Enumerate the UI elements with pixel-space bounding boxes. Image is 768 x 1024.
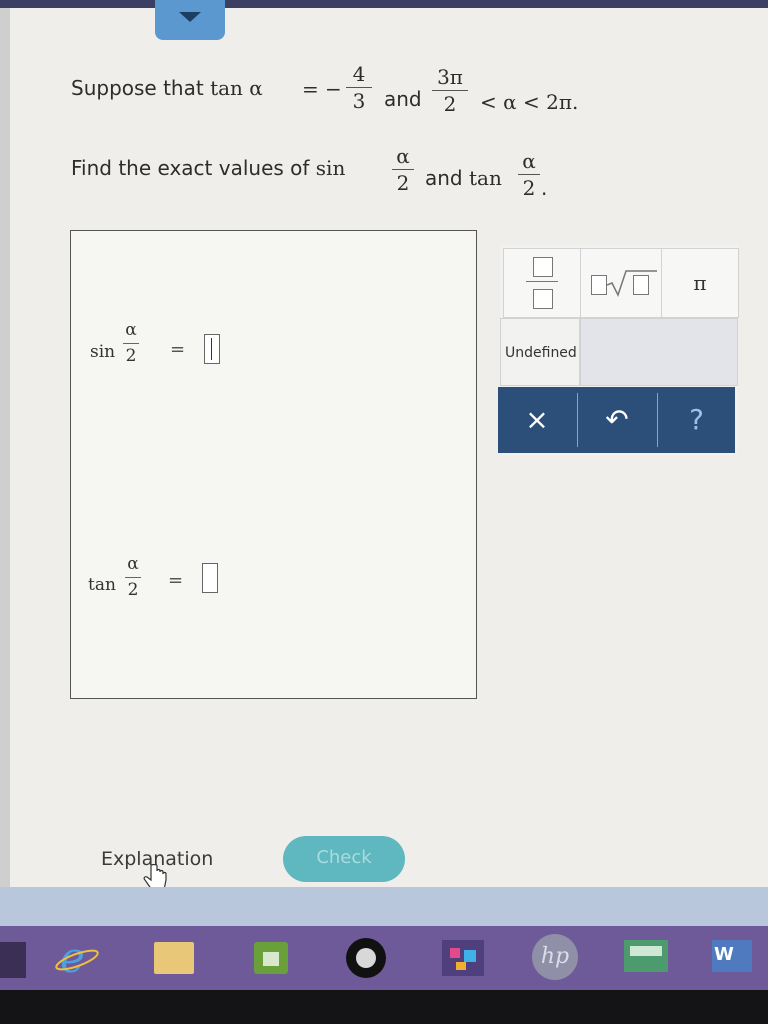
undo-icon: ↶: [605, 403, 629, 436]
fraction-three-pi-halves: 3π 2: [432, 66, 468, 115]
problem-text-prefix: Suppose that tan α: [71, 76, 263, 100]
fraction-four-thirds: 4 3: [346, 63, 372, 112]
svg-text:e: e: [60, 934, 85, 980]
word-label: W: [714, 944, 734, 965]
tan-equals: =: [168, 570, 184, 591]
start-edge: [0, 942, 26, 978]
store-icon[interactable]: [248, 934, 294, 980]
word-icon[interactable]: W: [710, 934, 756, 980]
pi-button[interactable]: π: [661, 248, 739, 318]
and-text-2: and tan: [425, 166, 502, 190]
page-bottom-band: [0, 887, 768, 929]
tan-answer-input[interactable]: [202, 563, 218, 593]
top-bar: [0, 0, 768, 8]
tan-fraction: α2: [125, 555, 141, 600]
menu-dropdown-button[interactable]: [155, 0, 225, 40]
help-icon: ?: [689, 403, 704, 436]
text-cursor: [211, 338, 212, 360]
answer-toolbar: × ↶ ?: [498, 387, 735, 453]
hp-icon[interactable]: hp: [532, 934, 578, 980]
check-button[interactable]: Check: [283, 836, 405, 882]
sin-fraction: α2: [123, 321, 139, 366]
instruction-text: Find the exact values of sin: [71, 156, 346, 180]
answer-area: [70, 230, 477, 699]
tan-label: tan: [88, 575, 116, 595]
minus-sign: −: [325, 77, 342, 101]
app-icon-2[interactable]: [622, 934, 668, 980]
radical-button[interactable]: [580, 248, 662, 318]
equals-sign: =: [302, 77, 319, 101]
palette-empty-cell: [580, 318, 738, 386]
app-icon[interactable]: [440, 934, 486, 980]
undo-button[interactable]: ↶: [578, 387, 656, 453]
clear-button[interactable]: ×: [498, 387, 576, 453]
inequality-text: < α < 2π.: [480, 90, 579, 114]
check-button-label: Check: [316, 847, 372, 868]
sin-answer-input[interactable]: [204, 334, 220, 364]
and-text: and: [384, 87, 422, 111]
sin-equals: =: [170, 339, 186, 360]
sin-label: sin: [90, 342, 116, 362]
undefined-label: Undefined: [505, 345, 577, 361]
period: .: [541, 176, 548, 200]
screen: Suppose that tan α = − 4 3 and 3π 2 < α …: [0, 0, 768, 1024]
hp-label: hp: [540, 944, 570, 969]
fraction-alpha-half-1: α 2: [392, 145, 414, 194]
close-icon: ×: [525, 403, 549, 436]
monitor-bezel-bottom: [0, 990, 768, 1024]
pi-label: π: [693, 271, 707, 295]
chevron-down-icon: [179, 12, 201, 22]
media-player-icon[interactable]: [344, 934, 390, 980]
help-button[interactable]: ?: [658, 387, 735, 453]
screen-bezel: [0, 0, 10, 1024]
fraction-alpha-half-2: α 2: [518, 150, 540, 199]
file-explorer-icon[interactable]: [150, 934, 196, 980]
fraction-button[interactable]: [503, 248, 581, 318]
internet-explorer-icon[interactable]: e: [54, 933, 100, 982]
